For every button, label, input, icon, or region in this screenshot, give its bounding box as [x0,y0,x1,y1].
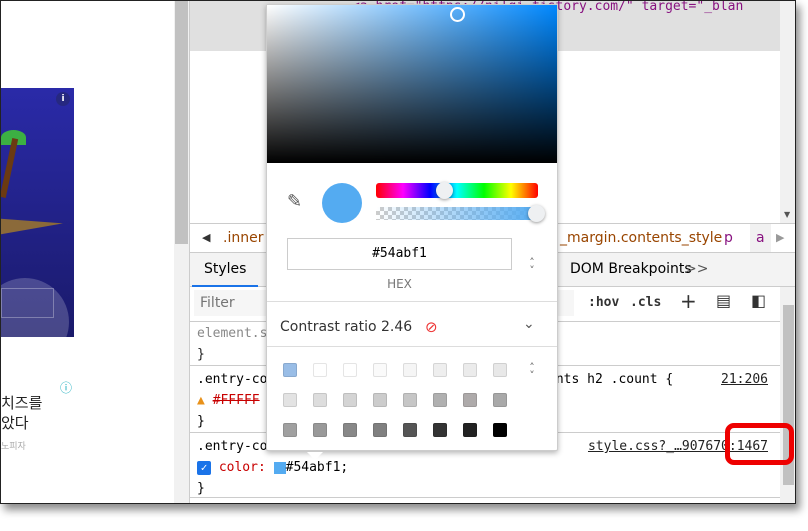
tab-dom-breakpoints[interactable]: DOM Breakpoints [570,253,692,285]
contrast-ratio[interactable]: Contrast ratio 2.46 [280,319,412,335]
paint-brush-icon[interactable]: ▤ [716,291,731,310]
ad-text[interactable]: 치즈를 았다 [1,393,42,433]
palette-swatch[interactable] [313,363,327,377]
contrast-fail-icon: ⊘ [425,318,438,336]
tab-styles[interactable]: Styles [192,253,259,287]
alpha-slider[interactable] [376,205,545,222]
more-tabs-icon[interactable]: >> [685,253,708,285]
breadcrumb-item-a[interactable]: a [750,224,771,252]
island-platform [1,218,63,236]
breadcrumb-item-p[interactable]: p [724,224,733,252]
warning-icon: ▲ [197,393,205,408]
dom-scrollbar[interactable]: ▼ [780,1,795,223]
ad-text-line: 치즈를 [1,394,43,412]
palette-swatch[interactable] [403,423,417,437]
palette-swatch[interactable] [493,423,507,437]
scrollbar-thumb[interactable] [175,1,188,244]
palette-swatch[interactable] [283,363,297,377]
rule-selector-tail: ents h2 .count { [548,372,674,387]
breadcrumb-left-arrow-icon[interactable]: ◀ [202,224,210,252]
palm-trunk [1,138,19,198]
highlight-annotation [725,423,794,465]
color-handle[interactable] [450,7,465,22]
window: i ⓘ 치즈를 았다 노피자 <a href="https://nilgi.ti… [0,0,796,504]
new-rule-plus-icon[interactable]: + [680,289,697,313]
breadcrumb-right-arrow-icon[interactable]: ▶ [776,224,784,252]
format-label: HEX [387,277,412,291]
contrast-label: Contrast ratio [280,319,377,335]
palette-swatch[interactable] [463,393,477,407]
page-scrollbar[interactable] [174,1,189,503]
palette-swatch[interactable] [343,393,357,407]
eyedropper-icon[interactable]: ✎ [287,191,302,212]
chevron-down-icon[interactable]: ⌄ [523,316,535,332]
sidebar-toggle-icon[interactable]: ◧ [751,291,766,310]
ad-banner[interactable]: i [1,88,74,337]
overridden-property[interactable]: #FFFFF [213,393,260,408]
ad-text-line: 았다 [1,414,29,432]
ad-source: 노피자 [1,442,26,452]
cls-toggle[interactable]: .cls [630,295,661,310]
hex-input[interactable]: #54abf1 [287,238,512,270]
property-checkbox[interactable]: ✓ [197,460,211,475]
palette-swatch[interactable] [463,363,477,377]
palette-swatch[interactable] [433,363,447,377]
popover-caret [307,452,323,460]
hue-slider[interactable] [376,182,538,199]
palette-swatch[interactable] [403,393,417,407]
palette-switch-icon[interactable]: ˄ ˅ [527,362,537,381]
ad-info-icon[interactable]: i [56,92,70,106]
palette-swatch[interactable] [433,423,447,437]
rule-source-link[interactable]: 21:206 [721,369,768,390]
breadcrumb-item[interactable]: _margin.contents_style [560,224,722,252]
palette-swatch[interactable] [373,393,387,407]
scroll-down-icon[interactable]: ▼ [784,210,790,219]
palette-swatch[interactable] [373,423,387,437]
ad-box [1,288,54,318]
alpha-slider-knob[interactable] [528,205,545,222]
rule-selector: .entry-co [197,439,268,454]
palette-swatch[interactable] [373,363,387,377]
styles-scrollbar[interactable] [780,287,795,503]
palette-swatch[interactable] [493,363,507,377]
format-toggle-icon[interactable]: ˄ ˅ [527,257,537,276]
palette-swatch[interactable] [403,363,417,377]
divider [267,346,557,347]
palette-swatch[interactable] [283,423,297,437]
rule-close-brace: } [197,481,205,496]
color-swatch[interactable] [273,461,286,474]
hue-slider-knob[interactable] [436,182,454,199]
color-preview [322,183,362,223]
color-picker[interactable]: ✎ #54abf1 ˄ ˅ HEX Contrast ratio 2.46 ⊘ ⌄… [266,4,558,460]
palette-swatch[interactable] [463,423,477,437]
contrast-value: 2.46 [381,319,413,335]
divider [267,301,557,302]
property-name[interactable]: color: [219,460,266,475]
property-value[interactable]: #54abf1; [286,460,349,475]
rule-selector: .entry-co [197,372,268,387]
palette-swatch[interactable] [433,393,447,407]
palette-swatch[interactable] [343,363,357,377]
hov-toggle[interactable]: :hov [588,295,619,310]
palette-swatch[interactable] [313,423,327,437]
palette-swatch[interactable] [283,393,297,407]
palette-swatch[interactable] [343,423,357,437]
palette-swatch[interactable] [313,393,327,407]
web-page: i ⓘ 치즈를 았다 노피자 [1,1,174,503]
saturation-value-area[interactable] [267,5,557,163]
breadcrumb-item[interactable]: .inner [223,224,263,252]
ad-choices-icon[interactable]: ⓘ [60,379,72,396]
palette-swatch[interactable] [493,393,507,407]
